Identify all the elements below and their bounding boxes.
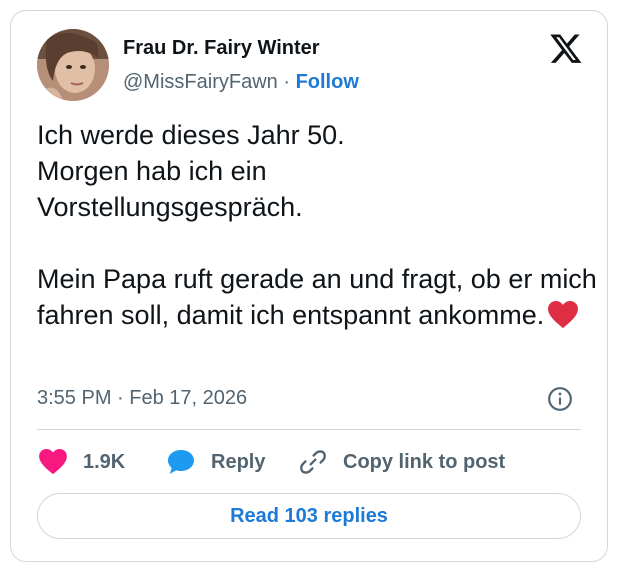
link-icon xyxy=(300,450,326,474)
x-logo-icon[interactable] xyxy=(549,31,583,65)
tweet-paragraph: Mein Papa ruft gerade an und fragt, ob e… xyxy=(37,261,597,338)
copy-link-label: Copy link to post xyxy=(343,450,506,473)
tweet-card: Frau Dr. Fairy Winter @MissFairyFawn · F… xyxy=(10,10,608,562)
timestamp[interactable]: 3:55 PM · Feb 17, 2026 xyxy=(37,387,247,410)
author-handle[interactable]: @MissFairyFawn xyxy=(123,71,278,93)
divider xyxy=(37,429,581,430)
copy-link-button[interactable]: Copy link to post xyxy=(299,447,505,477)
tweet-line: Morgen hab ich ein xyxy=(37,156,267,186)
reply-label: Reply xyxy=(211,450,266,473)
avatar[interactable] xyxy=(37,29,109,101)
info-icon[interactable] xyxy=(547,386,573,412)
speech-bubble-icon xyxy=(168,450,194,474)
author-name[interactable]: Frau Dr. Fairy Winter xyxy=(123,37,320,60)
read-replies-label: Read 103 replies xyxy=(230,504,388,527)
tweet-text: Ich werde dieses Jahr 50. Morgen hab ich… xyxy=(37,117,597,338)
like-button[interactable]: 1.9K xyxy=(39,447,125,477)
tweet-line: Ich werde dieses Jahr 50. xyxy=(37,120,345,150)
red-heart-emoji xyxy=(548,301,579,338)
separator-dot: · xyxy=(283,71,290,93)
author-handle-row: @MissFairyFawn · Follow xyxy=(123,71,359,94)
read-replies-button[interactable]: Read 103 replies xyxy=(37,493,581,539)
like-count: 1.9K xyxy=(83,450,126,473)
tweet-line: Vorstellungsgespräch. xyxy=(37,192,303,222)
follow-link[interactable]: Follow xyxy=(296,71,359,93)
reply-button[interactable]: Reply xyxy=(167,447,265,477)
tweet-paragraph-text: Mein Papa ruft gerade an und fragt, ob e… xyxy=(37,264,597,330)
heart-icon xyxy=(39,449,67,475)
